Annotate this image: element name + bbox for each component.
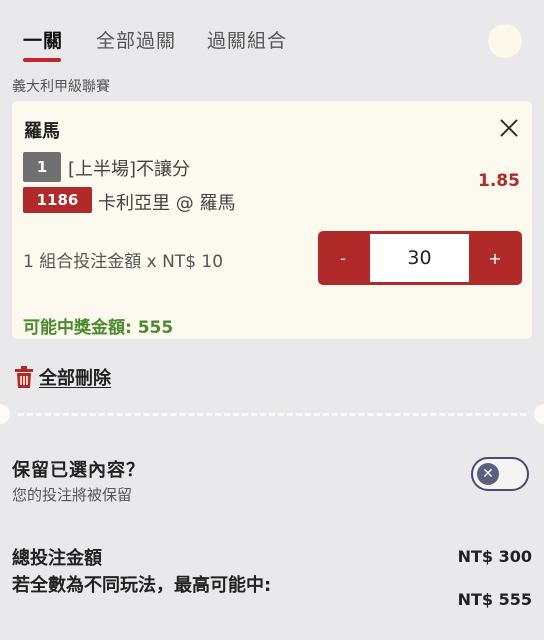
keep-selection-title: 保留已選內容？ bbox=[12, 460, 145, 481]
delete-all-label: 全部刪除 bbox=[39, 368, 111, 389]
match-name: 卡利亞里 @ 羅馬 bbox=[98, 193, 236, 214]
divider-notch-right bbox=[534, 404, 544, 424]
selected-team: 羅馬 bbox=[24, 121, 60, 142]
menu-circle-button[interactable] bbox=[488, 24, 522, 58]
bet-card: 羅馬 1 [上半場]不讓分 1.85 1186 卡利亞里 @ 羅馬 1 組合投注… bbox=[12, 101, 532, 339]
total-stake-label: 總投注金額 bbox=[12, 548, 102, 569]
max-win-label: 若全數為不同玩法，最高可能中: bbox=[12, 575, 272, 596]
tab-parlay-combo[interactable]: 過關組合 bbox=[207, 26, 287, 53]
potential-win: 可能中獎金額: 555 bbox=[23, 318, 174, 338]
ticket-divider bbox=[0, 402, 544, 426]
stake-stepper: - 30 + bbox=[318, 231, 522, 285]
trash-icon bbox=[15, 366, 33, 388]
x-icon: ✕ bbox=[477, 463, 499, 485]
delete-all-button[interactable]: 全部刪除 bbox=[15, 364, 111, 390]
market-name: [上半場]不讓分 bbox=[68, 159, 191, 180]
dashed-line bbox=[18, 413, 526, 416]
selection-number-badge: 1 bbox=[23, 152, 61, 182]
match-code-badge: 1186 bbox=[23, 187, 92, 213]
keep-selection-toggle[interactable]: ✕ bbox=[471, 457, 529, 491]
divider-notch-left bbox=[0, 404, 10, 424]
bet-type-tabs: 一關 全部過關 過關組合 bbox=[0, 0, 544, 70]
decrease-button[interactable]: - bbox=[318, 231, 368, 285]
stake-input[interactable]: 30 bbox=[370, 234, 469, 282]
stake-label: 1 組合投注金額 x NT$ 10 bbox=[23, 252, 224, 272]
keep-selection-subtitle: 您的投注將被保留 bbox=[12, 486, 133, 504]
close-icon[interactable] bbox=[498, 117, 520, 139]
league-name: 義大利甲級聯賽 bbox=[12, 79, 110, 95]
increase-button[interactable]: + bbox=[470, 231, 520, 285]
max-win-value: NT$ 555 bbox=[457, 590, 532, 609]
total-stake-value: NT$ 300 bbox=[457, 547, 532, 566]
odds-value: 1.85 bbox=[478, 171, 520, 191]
tab-single[interactable]: 一關 bbox=[23, 26, 63, 53]
active-tab-indicator bbox=[23, 58, 61, 62]
tab-all-parlay[interactable]: 全部過關 bbox=[96, 26, 176, 53]
